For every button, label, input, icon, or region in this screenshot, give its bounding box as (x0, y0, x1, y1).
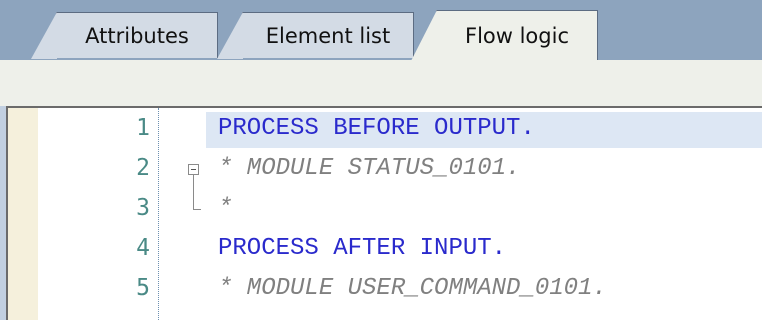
tab-strip: Attributes Element list Flow logic (0, 0, 762, 61)
tab-flow-logic-label: Flow logic (464, 23, 569, 48)
line-number: 4 (136, 235, 150, 261)
tab-element-list[interactable]: Element list (217, 12, 414, 59)
code-text: PROCESS AFTER INPUT. (218, 235, 507, 262)
code-line-1[interactable]: 1 PROCESS BEFORE OUTPUT. (8, 108, 762, 148)
collapse-minus-icon[interactable] (188, 164, 199, 175)
toolbar-area (0, 60, 762, 106)
tab-flow-logic[interactable]: Flow logic (411, 10, 598, 61)
code-text: * (218, 195, 233, 222)
code-editor[interactable]: 1 PROCESS BEFORE OUTPUT. 2 * MODULE STAT… (6, 106, 762, 320)
line-number: 2 (136, 155, 150, 181)
code-text: PROCESS BEFORE OUTPUT. (218, 115, 535, 142)
code-line-4[interactable]: 4 PROCESS AFTER INPUT. (8, 228, 762, 268)
line-number: 1 (136, 115, 150, 141)
code-line-3[interactable]: 3 * (8, 188, 762, 228)
code-text: * MODULE USER_COMMAND_0101. (218, 275, 607, 302)
code-line-5[interactable]: 5 * MODULE USER_COMMAND_0101. (8, 268, 762, 308)
tab-element-list-label: Element list (265, 23, 391, 48)
tab-attributes[interactable]: Attributes (31, 12, 218, 59)
screen-painter-window: Attributes Element list Flow logic 1 PRO… (0, 0, 762, 320)
tab-attributes-label: Attributes (85, 23, 189, 48)
line-number: 5 (136, 275, 150, 301)
line-number: 3 (136, 195, 150, 221)
code-line-2[interactable]: 2 * MODULE STATUS_0101. (8, 148, 762, 188)
code-text: * MODULE STATUS_0101. (218, 155, 521, 182)
